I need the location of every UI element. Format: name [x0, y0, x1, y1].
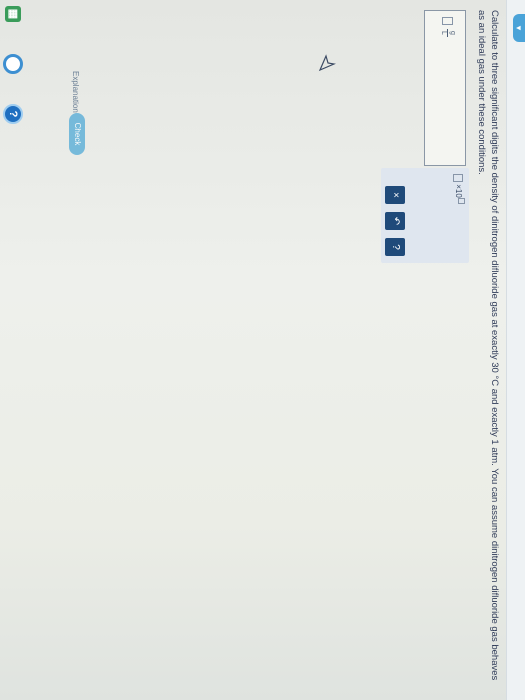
scientific-notation-button[interactable]: ×10 [453, 174, 465, 204]
answer-input[interactable]: g L [424, 10, 466, 166]
tool-circle-icon[interactable] [3, 54, 23, 74]
answer-keypad: ×10 × ↶ ? [381, 168, 469, 263]
exponent-slot-icon [458, 197, 465, 204]
aleks-screen: ▾ Calculate to three significant digits … [0, 0, 525, 700]
sci-notation-label: ×10 [454, 184, 464, 198]
fraction-bar [447, 29, 448, 37]
photo-stage: ▾ Calculate to three significant digits … [0, 0, 525, 700]
answer-slot[interactable] [442, 17, 453, 25]
check-button[interactable]: Check [69, 113, 85, 155]
mantissa-slot-icon [453, 174, 464, 182]
top-bar: ▾ [506, 0, 525, 700]
clear-button[interactable]: × [385, 186, 405, 204]
question-mark-icon[interactable]: ? [3, 104, 23, 124]
answer-unit: g L [439, 17, 456, 37]
mouse-cursor-icon [318, 54, 336, 72]
undo-button[interactable]: ↶ [385, 212, 405, 230]
sidebar-icons: ▦ ? [0, 0, 23, 140]
bottom-rail: Explanation Check ▦ ? [0, 0, 85, 700]
help-button[interactable]: ? [385, 238, 405, 256]
question-text: Calculate to three significant digits th… [476, 10, 500, 681]
unit-fraction: g L [439, 29, 456, 37]
periodic-table-icon[interactable]: ▦ [5, 6, 21, 22]
explanation-button[interactable]: Explanation [71, 71, 80, 113]
collapse-chevron-icon[interactable]: ▾ [513, 14, 525, 42]
unit-denominator: L [440, 31, 447, 35]
unit-numerator: g [449, 31, 456, 35]
